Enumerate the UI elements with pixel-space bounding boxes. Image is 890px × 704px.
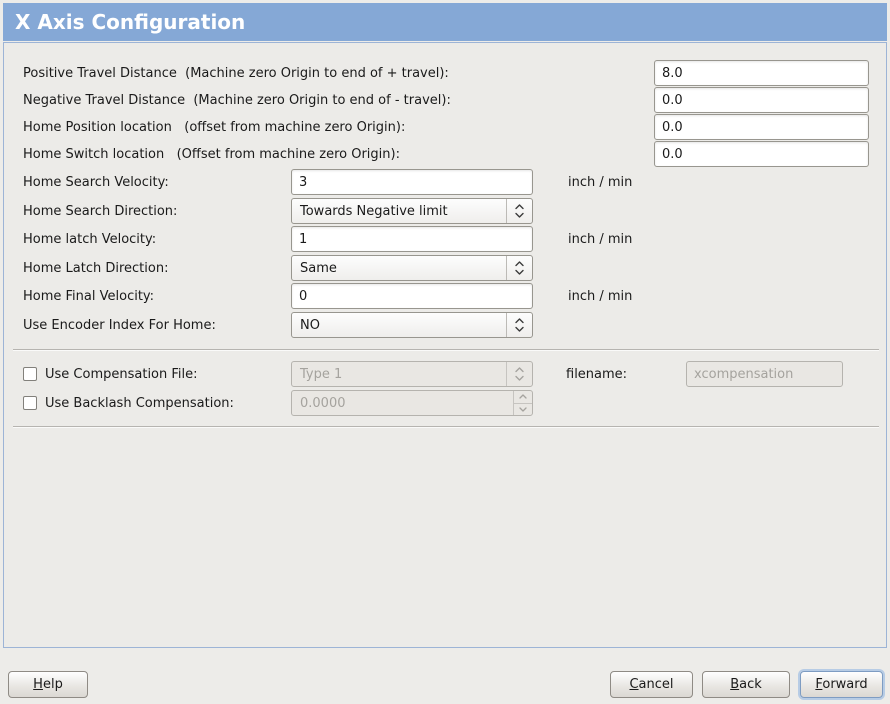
home-search-direction-select[interactable]: Towards Negative limit <box>291 198 533 224</box>
home-switch-label: Home Switch location (Offset from machin… <box>23 141 400 167</box>
spinner-buttons <box>513 391 532 415</box>
encoder-index-select[interactable]: NO <box>291 312 533 338</box>
home-position-input[interactable] <box>654 114 869 140</box>
spin-up-icon <box>514 391 532 404</box>
forward-button-label: Forward <box>815 677 867 692</box>
home-search-direction-label: Home Search Direction: <box>23 198 177 224</box>
negative-travel-label: Negative Travel Distance (Machine zero O… <box>23 87 451 113</box>
home-final-velocity-label: Home Final Velocity: <box>23 283 154 309</box>
home-position-label: Home Position location (offset from mach… <box>23 114 405 140</box>
selected-value: Type 1 <box>292 362 506 386</box>
form-panel: Positive Travel Distance (Machine zero O… <box>3 42 887 648</box>
positive-travel-label: Positive Travel Distance (Machine zero O… <box>23 60 449 86</box>
help-button[interactable]: Help <box>8 671 88 698</box>
selected-value: Same <box>292 256 506 280</box>
forward-button[interactable]: Forward <box>800 671 883 698</box>
use-backlash-compensation-checkbox[interactable] <box>23 396 37 410</box>
positive-travel-input[interactable] <box>654 60 869 86</box>
spinbox-value: 0.0000 <box>292 391 513 415</box>
spin-down-icon <box>514 404 532 416</box>
home-latch-direction-select[interactable]: Same <box>291 255 533 281</box>
chevron-up-icon <box>515 204 524 210</box>
encoder-index-label: Use Encoder Index For Home: <box>23 312 216 338</box>
updown-chevron-icon <box>506 199 532 223</box>
chevron-up-icon <box>515 367 524 373</box>
updown-chevron-icon <box>506 362 532 386</box>
cancel-button-label: Cancel <box>629 677 673 692</box>
unit-label: inch / min <box>568 226 632 252</box>
back-button-label: Back <box>730 677 762 692</box>
chevron-up-icon <box>515 318 524 324</box>
help-button-label: Help <box>33 677 63 692</box>
compensation-file-type-select: Type 1 <box>291 361 533 387</box>
home-final-velocity-input[interactable] <box>291 283 533 309</box>
x-axis-configuration-window: X Axis Configuration Positive Travel Dis… <box>0 0 890 704</box>
chevron-down-icon <box>515 326 524 332</box>
use-compensation-file-label: Use Compensation File: <box>45 361 198 387</box>
use-compensation-file-checkbox[interactable] <box>23 367 37 381</box>
home-latch-velocity-label: Home latch Velocity: <box>23 226 156 252</box>
home-search-velocity-input[interactable] <box>291 169 533 195</box>
filename-label: filename: <box>566 361 627 387</box>
home-latch-velocity-input[interactable] <box>291 226 533 252</box>
negative-travel-input[interactable] <box>654 87 869 113</box>
chevron-down-icon <box>515 375 524 381</box>
unit-label: inch / min <box>568 169 632 195</box>
backlash-spinbox: 0.0000 <box>291 390 533 416</box>
filename-input <box>686 361 843 387</box>
chevron-up-icon <box>515 261 524 267</box>
unit-label: inch / min <box>568 283 632 309</box>
chevron-down-icon <box>515 269 524 275</box>
selected-value: Towards Negative limit <box>292 199 506 223</box>
separator <box>13 349 879 350</box>
home-switch-input[interactable] <box>654 141 869 167</box>
updown-chevron-icon <box>506 256 532 280</box>
home-search-velocity-label: Home Search Velocity: <box>23 169 169 195</box>
selected-value: NO <box>292 313 506 337</box>
use-backlash-compensation-label: Use Backlash Compensation: <box>45 390 234 416</box>
cancel-button[interactable]: Cancel <box>610 671 693 698</box>
home-latch-direction-label: Home Latch Direction: <box>23 255 168 281</box>
back-button[interactable]: Back <box>702 671 790 698</box>
chevron-down-icon <box>515 212 524 218</box>
separator <box>13 426 879 427</box>
page-title: X Axis Configuration <box>3 3 887 41</box>
updown-chevron-icon <box>506 313 532 337</box>
